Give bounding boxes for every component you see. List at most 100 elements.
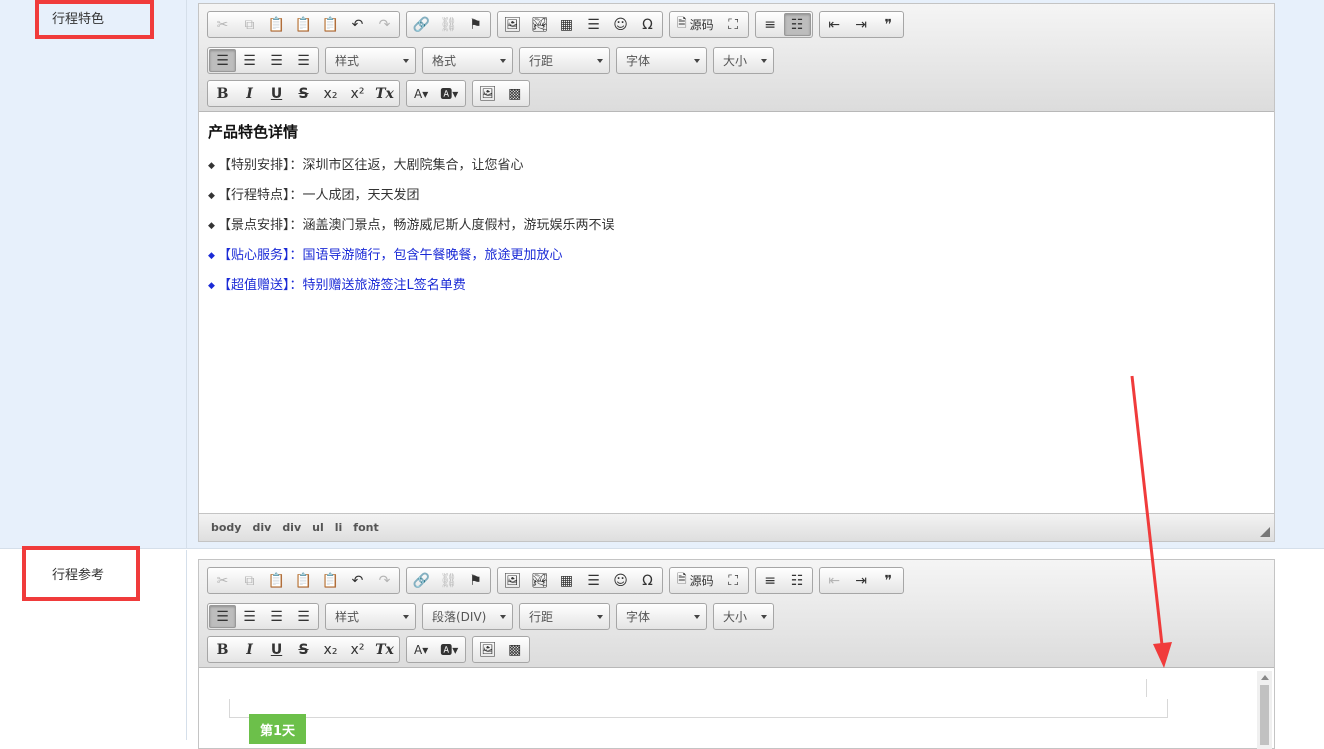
style-select[interactable]: 样式 (325, 47, 416, 74)
editor-content-area[interactable]: 第1天 (199, 669, 1274, 749)
qrcode-icon[interactable]: ▩ (501, 638, 528, 661)
gallery-icon[interactable]: 🏞 (526, 13, 553, 36)
source-button[interactable]: 🗎 源码 (671, 569, 720, 592)
highlight-box-features (35, 0, 154, 39)
italic-button[interactable]: I (236, 82, 263, 105)
line-height-select[interactable]: 行距 (519, 47, 610, 74)
scroll-thumb[interactable] (1260, 685, 1269, 745)
blockquote-icon[interactable]: ❞ (875, 13, 902, 36)
paste-text-icon[interactable]: 📋 (290, 569, 317, 592)
numbered-list-icon[interactable]: ≡ (757, 13, 784, 36)
strikethrough-button[interactable]: S (290, 82, 317, 105)
blockquote-icon[interactable]: ❞ (875, 569, 902, 592)
outdent-icon[interactable]: ⇤ (821, 13, 848, 36)
undo-icon[interactable]: ↶ (344, 569, 371, 592)
vertical-scrollbar[interactable] (1257, 671, 1272, 749)
size-select[interactable]: 大小 (713, 603, 774, 630)
maximize-icon[interactable]: ⛶ (720, 569, 747, 592)
path-item[interactable]: div (282, 521, 301, 534)
horizontal-rule-icon[interactable]: ☰ (580, 13, 607, 36)
text-color-icon[interactable]: A▾ (408, 82, 434, 105)
path-item[interactable]: li (335, 521, 343, 534)
cut-icon[interactable]: ✂ (209, 569, 236, 592)
redo-icon[interactable]: ↷ (371, 13, 398, 36)
bold-button[interactable]: B (209, 82, 236, 105)
indent-icon[interactable]: ⇥ (848, 13, 875, 36)
cut-icon[interactable]: ✂ (209, 13, 236, 36)
bold-button[interactable]: B (209, 638, 236, 661)
background-color-icon[interactable]: 🅰▾ (434, 82, 464, 105)
format-select[interactable]: 段落(DIV) (422, 603, 513, 630)
clear-format-button[interactable]: Tx (371, 82, 398, 105)
style-select[interactable]: 样式 (325, 603, 416, 630)
background-color-icon[interactable]: 🅰▾ (434, 638, 464, 661)
numbered-list-icon[interactable]: ≡ (757, 569, 784, 592)
size-select[interactable]: 大小 (713, 47, 774, 74)
bulleted-list-icon[interactable]: ☷ (784, 569, 811, 592)
gallery-icon[interactable]: 🏞 (526, 569, 553, 592)
outdent-icon[interactable]: ⇤ (821, 569, 848, 592)
undo-icon[interactable]: ↶ (344, 13, 371, 36)
font-select[interactable]: 字体 (616, 603, 707, 630)
superscript-icon[interactable]: x² (344, 638, 371, 661)
subscript-icon[interactable]: x₂ (317, 82, 344, 105)
anchor-flag-icon[interactable]: ⚑ (462, 13, 489, 36)
align-center-icon[interactable]: ☰ (236, 605, 263, 628)
superscript-icon[interactable]: x² (344, 82, 371, 105)
text-color-icon[interactable]: A▾ (408, 638, 434, 661)
qrcode-icon[interactable]: ▩ (501, 82, 528, 105)
align-right-icon[interactable]: ☰ (263, 605, 290, 628)
paste-word-icon[interactable]: 📋 (317, 13, 344, 36)
paste-icon[interactable]: 📋 (263, 569, 290, 592)
align-left-icon[interactable]: ☰ (209, 49, 236, 72)
line-height-select[interactable]: 行距 (519, 603, 610, 630)
path-item[interactable]: body (211, 521, 241, 534)
strikethrough-button[interactable]: S (290, 638, 317, 661)
copy-icon[interactable]: ⧉ (236, 569, 263, 592)
align-center-icon[interactable]: ☰ (236, 49, 263, 72)
align-justify-icon[interactable]: ☰ (290, 49, 317, 72)
rich-text-editor-features[interactable]: ✂ ⧉ 📋 📋 📋 ↶ ↷ 🔗 ⛓ ⚑ 🖼 🏞 ▦ ☰ ☺ Ω 🗎 源码 ⛶ ≡… (198, 3, 1275, 542)
paste-word-icon[interactable]: 📋 (317, 569, 344, 592)
clear-format-button[interactable]: Tx (371, 638, 398, 661)
image-icon[interactable]: 🖼 (499, 13, 526, 36)
smiley-icon[interactable]: ☺ (607, 13, 634, 36)
insert-image-icon[interactable]: 🖼 (474, 82, 501, 105)
align-right-icon[interactable]: ☰ (263, 49, 290, 72)
rich-text-editor-reference[interactable]: ✂ ⧉ 📋 📋 📋 ↶ ↷ 🔗 ⛓ ⚑ 🖼 🏞 ▦ ☰ ☺ Ω 🗎 源码 ⛶ ≡… (198, 559, 1275, 749)
italic-button[interactable]: I (236, 638, 263, 661)
path-item[interactable]: div (252, 521, 271, 534)
indent-icon[interactable]: ⇥ (848, 569, 875, 592)
align-justify-icon[interactable]: ☰ (290, 605, 317, 628)
source-button[interactable]: 🗎 源码 (671, 13, 720, 36)
link-icon[interactable]: 🔗 (408, 569, 435, 592)
underline-button[interactable]: U (263, 82, 290, 105)
resize-handle-icon[interactable] (1260, 527, 1270, 537)
special-char-icon[interactable]: Ω (634, 13, 661, 36)
table-icon[interactable]: ▦ (553, 13, 580, 36)
redo-icon[interactable]: ↷ (371, 569, 398, 592)
path-item[interactable]: font (353, 521, 378, 534)
align-left-icon[interactable]: ☰ (209, 605, 236, 628)
path-item[interactable]: ul (312, 521, 324, 534)
link-icon[interactable]: 🔗 (408, 13, 435, 36)
table-icon[interactable]: ▦ (553, 569, 580, 592)
bulleted-list-icon[interactable]: ☷ (783, 13, 811, 36)
image-icon[interactable]: 🖼 (499, 569, 526, 592)
copy-icon[interactable]: ⧉ (236, 13, 263, 36)
subscript-icon[interactable]: x₂ (317, 638, 344, 661)
unlink-icon[interactable]: ⛓ (435, 569, 462, 592)
maximize-icon[interactable]: ⛶ (720, 13, 747, 36)
format-select[interactable]: 格式 (422, 47, 513, 74)
scroll-up-icon[interactable] (1261, 675, 1269, 680)
smiley-icon[interactable]: ☺ (607, 569, 634, 592)
insert-image-icon[interactable]: 🖼 (474, 638, 501, 661)
font-select[interactable]: 字体 (616, 47, 707, 74)
special-char-icon[interactable]: Ω (634, 569, 661, 592)
unlink-icon[interactable]: ⛓ (435, 13, 462, 36)
paste-text-icon[interactable]: 📋 (290, 13, 317, 36)
paste-icon[interactable]: 📋 (263, 13, 290, 36)
underline-button[interactable]: U (263, 638, 290, 661)
horizontal-rule-icon[interactable]: ☰ (580, 569, 607, 592)
anchor-flag-icon[interactable]: ⚑ (462, 569, 489, 592)
